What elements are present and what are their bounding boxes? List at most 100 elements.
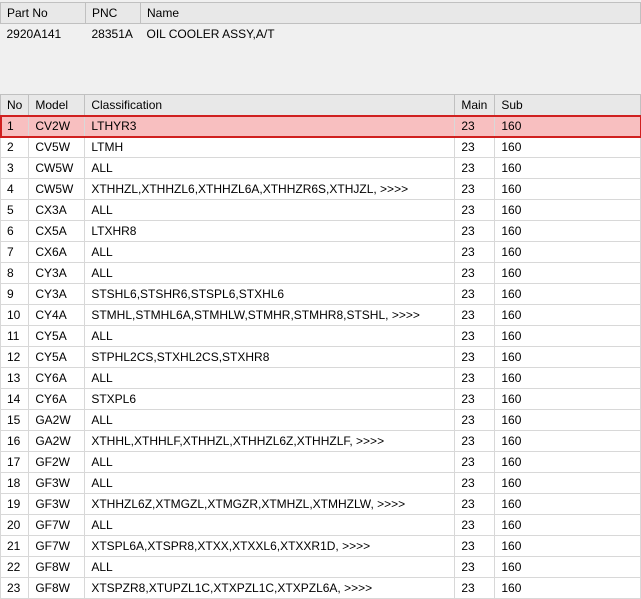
cell-model: CV5W [29, 137, 85, 158]
cell-model: CY3A [29, 263, 85, 284]
cell-model: CY5A [29, 347, 85, 368]
cell-sub: 160 [495, 389, 641, 410]
cell-no: 6 [1, 221, 29, 242]
table-row[interactable]: 4CW5WXTHHZL,XTHHZL6,XTHHZL6A,XTHHZR6S,XT… [1, 179, 641, 200]
table-row[interactable]: 1CV2WLTHYR323160 [1, 116, 641, 137]
table-row[interactable]: 17GF2WALL23160 [1, 452, 641, 473]
cell-classification: STXPL6 [85, 389, 455, 410]
table-row[interactable]: 14CY6ASTXPL623160 [1, 389, 641, 410]
table-row[interactable]: 2CV5WLTMH23160 [1, 137, 641, 158]
table-row[interactable]: 9CY3ASTSHL6,STSHR6,STSPL6,STXHL623160 [1, 284, 641, 305]
cell-main: 23 [455, 536, 495, 557]
cell-no: 20 [1, 515, 29, 536]
cell-main: 23 [455, 452, 495, 473]
header-pnc[interactable]: PNC [86, 3, 141, 24]
cell-model: CY5A [29, 326, 85, 347]
col-classification[interactable]: Classification [85, 95, 455, 116]
table-row[interactable]: 19GF3WXTHHZL6Z,XTMGZL,XTMGZR,XTMHZL,XTMH… [1, 494, 641, 515]
cell-model: CY3A [29, 284, 85, 305]
cell-classification: XTHHL,XTHHLF,XTHHZL,XTHHZL6Z,XTHHZLF, >>… [85, 431, 455, 452]
cell-main: 23 [455, 284, 495, 305]
cell-model: GF3W [29, 473, 85, 494]
table-row[interactable]: 22GF8WALL23160 [1, 557, 641, 578]
cell-no: 10 [1, 305, 29, 326]
table-row[interactable]: 7CX6AALL23160 [1, 242, 641, 263]
table-row[interactable]: 3CW5WALL23160 [1, 158, 641, 179]
cell-classification: STMHL,STMHL6A,STMHLW,STMHR,STMHR8,STSHL,… [85, 305, 455, 326]
cell-classification: ALL [85, 410, 455, 431]
cell-no: 18 [1, 473, 29, 494]
table-row[interactable]: 8CY3AALL23160 [1, 263, 641, 284]
cell-sub: 160 [495, 347, 641, 368]
cell-model: CY6A [29, 389, 85, 410]
cell-sub: 160 [495, 221, 641, 242]
cell-no: 7 [1, 242, 29, 263]
cell-sub: 160 [495, 137, 641, 158]
cell-main: 23 [455, 221, 495, 242]
table-row[interactable]: 16GA2WXTHHL,XTHHLF,XTHHZL,XTHHZL6Z,XTHHZ… [1, 431, 641, 452]
cell-sub: 160 [495, 431, 641, 452]
cell-main: 23 [455, 137, 495, 158]
cell-no: 2 [1, 137, 29, 158]
cell-classification: STSHL6,STSHR6,STSPL6,STXHL6 [85, 284, 455, 305]
cell-model: CW5W [29, 158, 85, 179]
cell-no: 21 [1, 536, 29, 557]
part-info-row[interactable]: 2920A141 28351A OIL COOLER ASSY,A/T [1, 24, 641, 45]
cell-classification: XTSPL6A,XTSPR8,XTXX,XTXXL6,XTXXR1D, >>>> [85, 536, 455, 557]
cell-main: 23 [455, 116, 495, 137]
cell-model: GF7W [29, 515, 85, 536]
cell-sub: 160 [495, 263, 641, 284]
cell-no: 9 [1, 284, 29, 305]
cell-no: 11 [1, 326, 29, 347]
table-row[interactable]: 6CX5ALTXHR823160 [1, 221, 641, 242]
spacer [0, 52, 641, 94]
cell-no: 13 [1, 368, 29, 389]
cell-main: 23 [455, 410, 495, 431]
cell-classification: ALL [85, 515, 455, 536]
col-model[interactable]: Model [29, 95, 85, 116]
cell-no: 22 [1, 557, 29, 578]
value-pnc: 28351A [86, 24, 141, 45]
col-main[interactable]: Main [455, 95, 495, 116]
header-partno[interactable]: Part No [1, 3, 86, 24]
cell-sub: 160 [495, 410, 641, 431]
table-row[interactable]: 18GF3WALL23160 [1, 473, 641, 494]
table-row[interactable]: 21GF7WXTSPL6A,XTSPR8,XTXX,XTXXL6,XTXXR1D… [1, 536, 641, 557]
cell-model: GF8W [29, 557, 85, 578]
table-row[interactable]: 20GF7WALL23160 [1, 515, 641, 536]
cell-classification: ALL [85, 242, 455, 263]
cell-sub: 160 [495, 200, 641, 221]
cell-main: 23 [455, 557, 495, 578]
cell-no: 1 [1, 116, 29, 137]
cell-model: CX5A [29, 221, 85, 242]
cell-model: GF7W [29, 536, 85, 557]
cell-classification: XTSPZR8,XTUPZL1C,XTXPZL1C,XTXPZL6A, >>>> [85, 578, 455, 599]
table-row[interactable]: 12CY5ASTPHL2CS,STXHL2CS,STXHR823160 [1, 347, 641, 368]
part-info-header: Part No PNC Name 2920A141 28351A OIL COO… [0, 0, 641, 52]
cell-no: 19 [1, 494, 29, 515]
cell-sub: 160 [495, 557, 641, 578]
cell-sub: 160 [495, 473, 641, 494]
cell-sub: 160 [495, 578, 641, 599]
cell-classification: ALL [85, 368, 455, 389]
col-no[interactable]: No [1, 95, 29, 116]
cell-main: 23 [455, 368, 495, 389]
cell-main: 23 [455, 326, 495, 347]
table-row[interactable]: 5CX3AALL23160 [1, 200, 641, 221]
table-row[interactable]: 23GF8WXTSPZR8,XTUPZL1C,XTXPZL1C,XTXPZL6A… [1, 578, 641, 599]
cell-classification: ALL [85, 452, 455, 473]
table-row[interactable]: 15GA2WALL23160 [1, 410, 641, 431]
header-name[interactable]: Name [141, 3, 641, 24]
cell-classification: ALL [85, 326, 455, 347]
cell-model: CV2W [29, 116, 85, 137]
cell-classification: LTMH [85, 137, 455, 158]
table-row[interactable]: 10CY4ASTMHL,STMHL6A,STMHLW,STMHR,STMHR8,… [1, 305, 641, 326]
cell-model: GF2W [29, 452, 85, 473]
cell-model: GA2W [29, 431, 85, 452]
cell-classification: ALL [85, 557, 455, 578]
cell-main: 23 [455, 179, 495, 200]
cell-sub: 160 [495, 494, 641, 515]
table-row[interactable]: 13CY6AALL23160 [1, 368, 641, 389]
table-row[interactable]: 11CY5AALL23160 [1, 326, 641, 347]
col-sub[interactable]: Sub [495, 95, 641, 116]
